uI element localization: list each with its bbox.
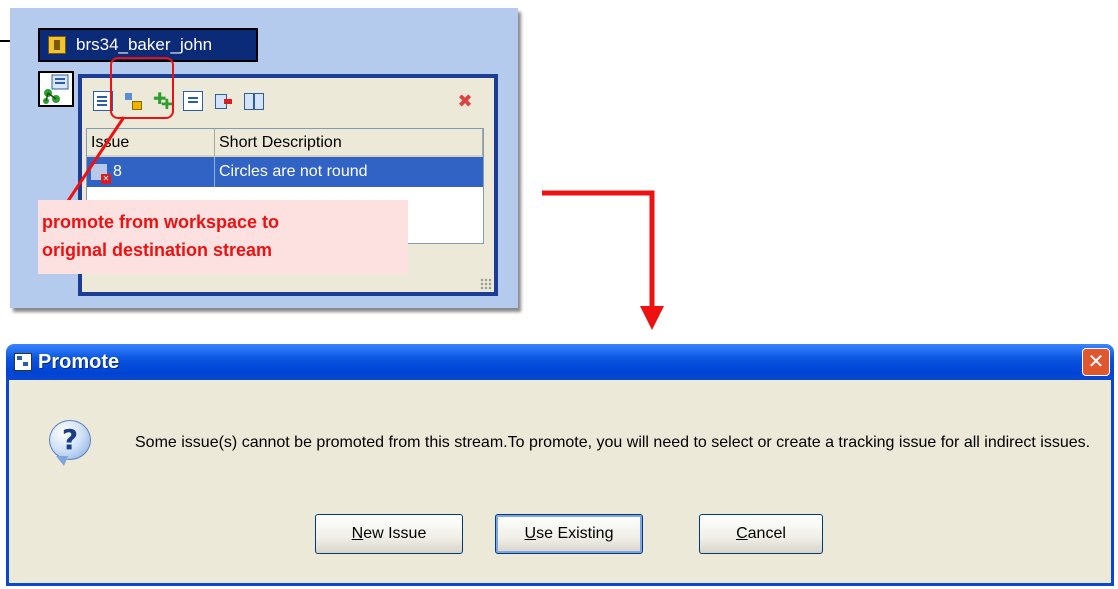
use-existing-label: se Existing	[536, 525, 614, 542]
close-icon: ✖	[457, 90, 473, 112]
workspace-name: brs34_baker_john	[76, 35, 213, 54]
callout-annotation: promote from workspace to original desti…	[38, 200, 408, 274]
new-issue-label: ew Issue	[363, 525, 427, 542]
column-header-issue[interactable]: Issue	[87, 129, 215, 157]
close-panel-button[interactable]: ✖	[450, 87, 480, 115]
promote-highlight	[110, 57, 174, 119]
column-header-short-description[interactable]: Short Description	[215, 129, 483, 157]
issue-list-icon	[183, 91, 203, 111]
compare-button[interactable]	[238, 87, 268, 115]
new-issue-accel: N	[351, 525, 364, 542]
dialog-body: ? Some issue(s) cannot be promoted from …	[6, 380, 1114, 586]
question-icon: ?	[49, 420, 91, 466]
dialog-title: Promote	[38, 350, 120, 373]
remove-issue-button[interactable]	[208, 87, 238, 115]
user-folder-icon	[48, 36, 66, 54]
promote-app-icon	[14, 353, 32, 371]
table-header: Issue Short Description	[87, 129, 483, 157]
cancel-button[interactable]: Cancel	[699, 514, 823, 554]
new-issue-button[interactable]: New Issue	[315, 514, 463, 554]
cancel-accel: C	[736, 525, 748, 542]
promote-dialog: Promote ✕ ? Some issue(s) cannot be prom…	[6, 344, 1114, 586]
dialog-close-button[interactable]: ✕	[1082, 348, 1110, 376]
dialog-message: Some issue(s) cannot be promoted from th…	[135, 434, 1091, 451]
use-existing-accel: U	[524, 525, 537, 542]
callout-line-1: promote from workspace to	[42, 212, 280, 232]
resize-grip[interactable]	[480, 278, 492, 290]
use-existing-button[interactable]: Use Existing	[495, 514, 643, 554]
dialog-titlebar[interactable]: Promote ✕	[6, 344, 1114, 380]
remove-issue-icon	[213, 91, 233, 111]
issue-number: 8	[113, 163, 122, 180]
stream-icon[interactable]	[38, 71, 74, 107]
compare-icon	[243, 91, 264, 111]
description-cell: Circles are not round	[219, 163, 368, 180]
issue-list-button[interactable]	[178, 87, 208, 115]
cancel-label: ancel	[747, 525, 786, 542]
issue-x-icon	[91, 164, 111, 184]
callout-line-2: original destination stream	[42, 240, 273, 260]
issue-cell: 8	[87, 157, 215, 187]
close-icon: ✕	[1087, 349, 1105, 373]
table-row[interactable]: 8 Circles are not round	[87, 157, 483, 187]
